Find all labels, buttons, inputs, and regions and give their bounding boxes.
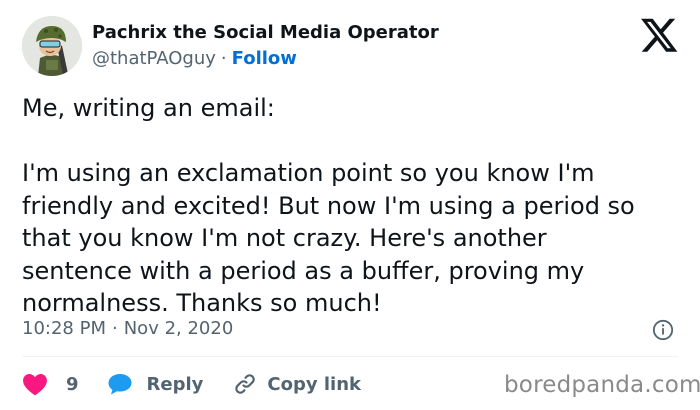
author-handle-row: @thatPAOguy · Follow [92, 48, 297, 69]
author-handle[interactable]: @thatPAOguy [92, 48, 216, 69]
avatar-image [22, 16, 82, 76]
timestamp-separator: · [111, 318, 118, 339]
tweet-line: Me, writing an email: [22, 94, 275, 122]
divider [22, 356, 678, 357]
tweet-line: sentence with a period as a buffer, prov… [22, 256, 585, 285]
tweet-date: Nov 2, 2020 [123, 318, 234, 339]
tweet-line: I'm using an exclamation point so you kn… [22, 159, 595, 187]
handle-separator: · [220, 48, 227, 69]
speech-bubble-icon [108, 374, 132, 395]
author-display-name[interactable]: Pachrix the Social Media Operator [92, 22, 439, 43]
x-logo-icon[interactable] [640, 18, 678, 52]
boredpanda-watermark: boredpanda.com [504, 372, 700, 398]
tweet-time: 10:28 PM [22, 318, 106, 339]
tweet-text: Me, writing an email: I'm using an excla… [22, 92, 682, 320]
copy-link-label: Copy link [267, 373, 361, 395]
copy-link-button[interactable]: Copy link [233, 372, 361, 396]
reply-label: Reply [146, 373, 204, 395]
tweet-line: that you know I'm not crazy. Here's anot… [22, 224, 547, 252]
follow-button[interactable]: Follow [232, 48, 297, 69]
like-button[interactable]: 9 [22, 372, 79, 396]
tweet-actions: 9 Reply Copy link [22, 367, 361, 401]
heart-icon [23, 374, 47, 396]
like-count: 9 [66, 373, 79, 395]
tweet-timestamp[interactable]: 10:28 PM · Nov 2, 2020 [22, 318, 233, 339]
info-icon[interactable] [652, 319, 674, 341]
avatar[interactable] [22, 16, 82, 76]
link-icon [235, 374, 256, 394]
reply-button[interactable]: Reply [107, 372, 204, 396]
tweet-line: friendly and excited! But now I'm using … [22, 191, 635, 220]
tweet-line: normalness. Thanks so much! [22, 289, 382, 317]
